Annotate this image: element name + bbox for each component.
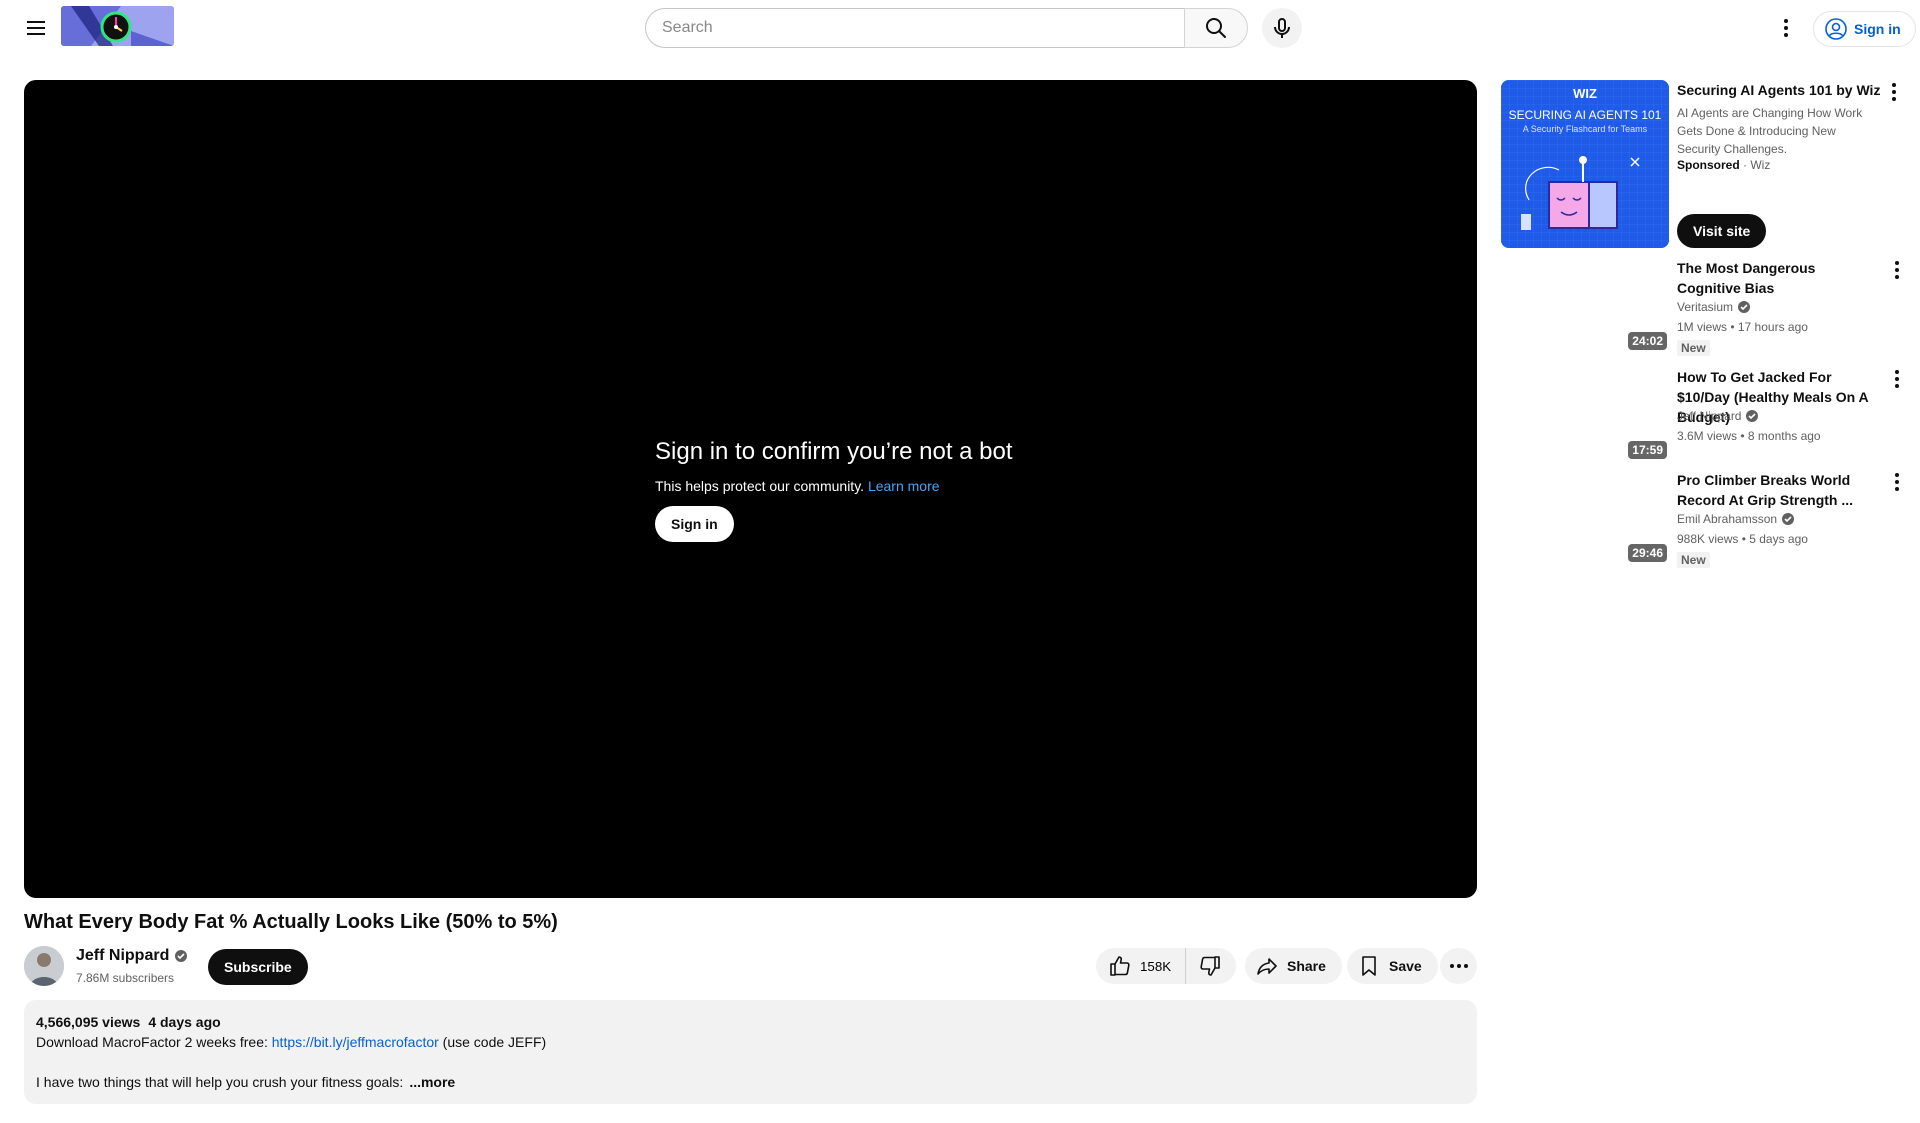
bot-check-title: Sign in to confirm you’re not a bot <box>655 438 1013 465</box>
show-more-button[interactable]: ...more <box>409 1074 455 1090</box>
learn-more-link[interactable]: Learn more <box>868 478 940 494</box>
settings-menu-button[interactable] <box>1766 8 1806 48</box>
horizontal-dots-icon <box>1449 964 1468 968</box>
save-label: Save <box>1389 958 1422 974</box>
verified-badge-icon <box>175 950 188 962</box>
search-button[interactable] <box>1184 8 1248 48</box>
video-thumbnail[interactable]: 24:02 <box>1501 258 1669 352</box>
subscriber-count: 7.86M subscribers <box>76 971 175 985</box>
recommendation-stats: 988K views • 5 days ago <box>1677 532 1808 546</box>
recommendation-channel[interactable]: Emil Abrahamsson <box>1677 512 1795 526</box>
verified-badge-icon <box>1746 410 1759 422</box>
ad-title[interactable]: Securing AI Agents 101 by Wiz <box>1677 82 1897 98</box>
share-label: Share <box>1287 958 1326 974</box>
bookmark-icon <box>1362 956 1376 976</box>
view-count: 4,566,095 views <box>36 1014 141 1030</box>
like-count: 158K <box>1140 958 1172 974</box>
new-badge: New <box>1677 552 1710 568</box>
account-circle-icon <box>1825 18 1847 40</box>
description-line-2: I have two things that will help you cru… <box>36 1074 456 1090</box>
recommendation-stats: 1M views • 17 hours ago <box>1677 320 1808 334</box>
ad-thumb-heading: SECURING AI AGENTS 101 <box>1508 108 1662 122</box>
upload-date: 4 days ago <box>148 1014 221 1030</box>
ad-thumbnail-image <box>1501 80 1669 248</box>
bot-check-subtitle: This helps protect our community. Learn … <box>655 478 940 494</box>
like-button[interactable]: 158K <box>1096 948 1187 984</box>
share-button[interactable]: Share <box>1245 948 1342 984</box>
recommendation-item[interactable]: 24:02 The Most Dangerous Cognitive Bias … <box>1501 258 1901 358</box>
ad-advertiser: Wiz <box>1750 158 1771 172</box>
verified-badge-icon <box>1782 513 1795 525</box>
recommendation-menu-icon[interactable] <box>1885 367 1909 391</box>
ad-meta: Sponsored · Wiz <box>1677 158 1771 172</box>
recommendation-menu-icon[interactable] <box>1885 258 1909 282</box>
save-button[interactable]: Save <box>1347 948 1438 984</box>
recommendation-title[interactable]: The Most Dangerous Cognitive Bias <box>1677 258 1882 298</box>
verified-badge-icon <box>1738 301 1751 313</box>
description-line-1: Download MacroFactor 2 weeks free: https… <box>36 1034 547 1050</box>
visit-site-button[interactable]: Visit site <box>1677 214 1767 248</box>
sponsored-label: Sponsored <box>1677 158 1740 172</box>
ad-thumb-subheading: A Security Flashcard for Teams <box>1522 124 1648 134</box>
thumbs-up-icon <box>1110 956 1130 976</box>
search-input[interactable] <box>662 19 1185 37</box>
ad-description: AI Agents are Changing How Work Gets Don… <box>1677 106 1863 156</box>
thumbs-down-icon <box>1200 956 1220 976</box>
masthead: Sign in <box>0 0 1920 56</box>
subscribe-button[interactable]: Subscribe <box>208 949 308 985</box>
video-title: What Every Body Fat % Actually Looks Lik… <box>24 911 558 933</box>
guide-menu-button[interactable] <box>16 8 56 48</box>
share-arrow-icon <box>1257 958 1277 975</box>
description-meta: 4,566,095 views 4 days ago <box>36 1012 1465 1032</box>
more-actions-button[interactable] <box>1440 948 1477 984</box>
duration-badge: 17:59 <box>1628 441 1667 459</box>
hamburger-icon <box>27 21 45 23</box>
dislike-button[interactable] <box>1186 948 1234 984</box>
recommendation-channel[interactable]: Veritasium <box>1677 300 1751 314</box>
video-player[interactable]: Sign in to confirm you’re not a bot This… <box>24 80 1477 898</box>
channel-name[interactable]: Jeff Nippard <box>76 947 188 965</box>
recommendation-item[interactable]: 17:59 How To Get Jacked For $10/Day (Hea… <box>1501 367 1901 467</box>
search-icon <box>1206 18 1226 38</box>
video-thumbnail[interactable]: 17:59 <box>1501 367 1669 461</box>
description-box[interactable]: 4,566,095 views 4 days ago Download Macro… <box>24 1000 1477 1104</box>
recommendation-menu-icon[interactable] <box>1885 470 1909 494</box>
recommendation-stats: 3.6M views • 8 months ago <box>1677 429 1821 443</box>
header-sign-in-button[interactable]: Sign in <box>1813 11 1916 47</box>
duration-badge: 29:46 <box>1628 544 1667 562</box>
recommendation-channel[interactable]: Jeff Nippard <box>1677 409 1759 423</box>
description-link[interactable]: https://bit.ly/jeffmacrofactor <box>272 1034 439 1050</box>
voice-search-button[interactable] <box>1262 8 1302 48</box>
microphone-icon <box>1274 18 1290 38</box>
vertical-dots-icon <box>1784 19 1788 37</box>
video-thumbnail[interactable]: 29:46 <box>1501 470 1669 564</box>
avatar-image <box>24 946 64 986</box>
ad-thumbnail[interactable]: WIZ SECURING AI AGENTS 101 A Security Fl… <box>1501 80 1669 248</box>
ad-menu-icon[interactable] <box>1882 80 1906 104</box>
recommendation-title[interactable]: Pro Climber Breaks World Record At Grip … <box>1677 470 1882 510</box>
ad-thumb-brand: WIZ <box>1573 86 1597 101</box>
logo[interactable] <box>61 6 174 46</box>
duration-badge: 24:02 <box>1628 332 1667 350</box>
player-sign-in-button[interactable]: Sign in <box>655 506 734 542</box>
doodle-logo-icon <box>61 6 174 46</box>
recommendation-item[interactable]: 29:46 Pro Climber Breaks World Record At… <box>1501 470 1901 570</box>
sign-in-label: Sign in <box>1854 21 1901 37</box>
channel-avatar[interactable] <box>24 946 64 986</box>
new-badge: New <box>1677 340 1710 356</box>
search-box[interactable] <box>645 8 1185 48</box>
like-dislike-group: 158K <box>1096 948 1236 984</box>
